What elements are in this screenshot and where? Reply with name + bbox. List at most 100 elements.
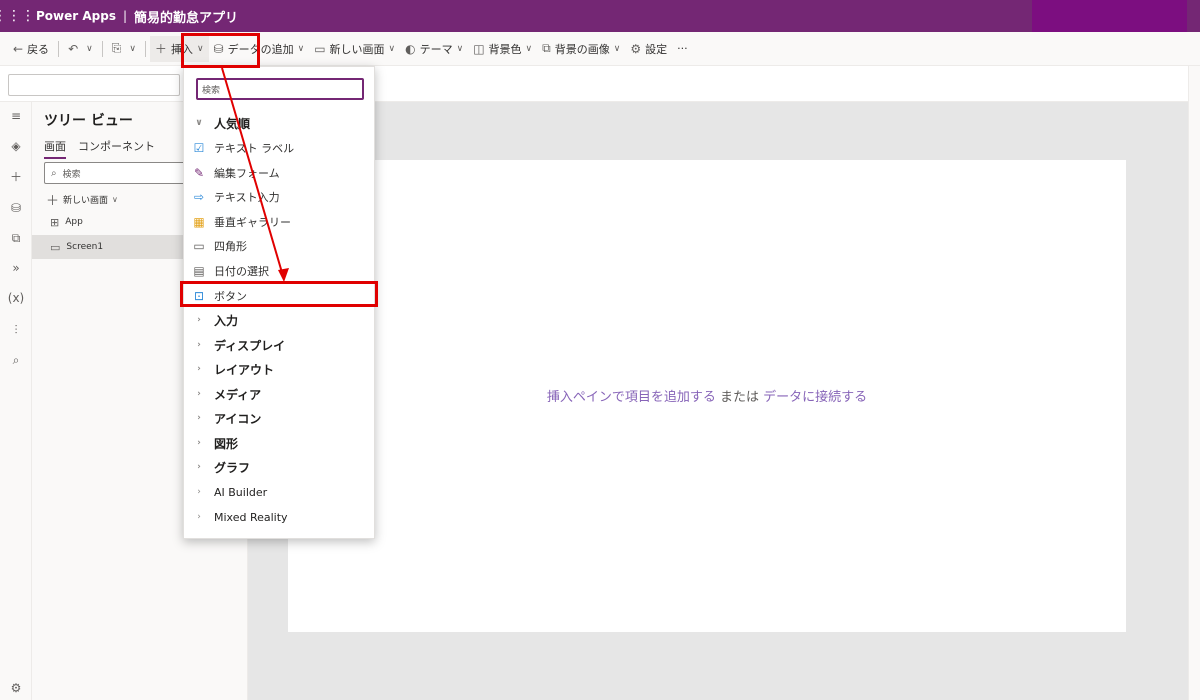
group-input[interactable]: › 入力 — [184, 308, 374, 332]
theme-button[interactable]: ◐ テーマ ∨ — [400, 36, 468, 62]
canvas-area: 挿入ペインで項目を追加する または データに接続する — [248, 102, 1188, 700]
screen-icon: ▭ — [50, 240, 61, 254]
menu-item-label: テキスト ラベル — [214, 142, 295, 155]
chevron-right-icon: › — [197, 512, 201, 522]
settings-button[interactable]: ⚙ 設定 — [625, 36, 672, 62]
left-rail: ≡ ◈ ＋ ⛁ ⧉ » (x) ⫶ ⌕ ⚙ — [0, 102, 32, 700]
insert-search-input[interactable]: 検索 — [196, 78, 364, 100]
group-label: アイコン — [214, 411, 262, 426]
chevron-right-icon: › — [197, 413, 201, 423]
hint-connector: または — [719, 390, 759, 405]
title-separator: | — [122, 9, 128, 23]
group-label: グラフ — [214, 460, 251, 475]
more-button[interactable]: ··· — [672, 36, 693, 62]
app-document-name[interactable]: 簡易的勤怠アプリ — [134, 7, 238, 26]
group-shapes[interactable]: › 図形 — [184, 431, 374, 455]
chevron-right-icon: › — [197, 438, 201, 448]
group-label: 入力 — [214, 313, 239, 328]
search-icon[interactable]: ⌕ — [0, 348, 32, 372]
chevron-right-icon: › — [197, 340, 201, 350]
divider — [101, 40, 103, 57]
chevron-down-icon: ∨ — [86, 43, 93, 54]
background-color-label: 背景色 — [488, 42, 522, 56]
title-accent-block — [1032, 0, 1187, 32]
plus-icon: ＋ — [154, 42, 167, 56]
title-bar: ⋮⋮⋮ Power Apps | 簡易的勤怠アプリ — [0, 0, 1200, 32]
tree-view-icon[interactable]: ◈ — [0, 134, 32, 158]
menu-item-edit-form[interactable]: ✎ 編集フォーム — [184, 161, 374, 185]
tree-search-input[interactable]: ⌕ 検索 — [44, 162, 194, 184]
tree-item-label: App — [65, 217, 83, 227]
variables-icon[interactable]: (x) — [0, 286, 32, 310]
divider — [58, 40, 60, 57]
paste-button[interactable]: ⎘ ∨ — [107, 36, 141, 62]
insert-pane-link[interactable]: 挿入ペインで項目を追加する — [547, 390, 716, 405]
new-screen-icon: ▭ — [314, 41, 326, 56]
group-popular[interactable]: ∨ 人気順 — [184, 111, 374, 135]
more-icon: ··· — [677, 42, 688, 55]
group-ai-builder[interactable]: › AI Builder — [184, 480, 374, 504]
group-icons[interactable]: › アイコン — [184, 406, 374, 430]
background-image-button[interactable]: ⧉ 背景の画像 ∨ — [537, 36, 625, 62]
data-icon[interactable]: ⛁ — [0, 196, 32, 220]
right-pane-edge — [1188, 66, 1200, 700]
chevron-down-icon: ∨ — [297, 43, 305, 54]
group-label: AI Builder — [214, 485, 268, 499]
property-selector[interactable] — [8, 74, 180, 96]
plus-icon: ＋ — [46, 194, 60, 209]
advanced-tools-icon[interactable]: ⫶ — [0, 318, 32, 342]
button-highlight-box — [180, 281, 378, 307]
group-display[interactable]: › ディスプレイ — [184, 333, 374, 357]
product-name: Power Apps — [36, 9, 116, 23]
group-media[interactable]: › メディア — [184, 382, 374, 406]
app-launcher-icon[interactable]: ⋮⋮⋮ — [0, 0, 35, 32]
screen-canvas[interactable]: 挿入ペインで項目を追加する または データに接続する — [288, 160, 1126, 632]
background-image-label: 背景の画像 — [554, 42, 610, 56]
chevron-down-icon: ∨ — [456, 43, 464, 54]
menu-item-rectangle[interactable]: ▭ 四角形 — [184, 234, 374, 258]
menu-item-date-picker[interactable]: ▤ 日付の選択 — [184, 259, 374, 283]
new-screen-label: 新しい画面 — [329, 42, 385, 56]
new-screen-button[interactable]: ▭ 新しい画面 ∨ — [309, 36, 400, 62]
formula-bar — [0, 66, 1188, 102]
settings-gear-icon[interactable]: ⚙ — [0, 676, 32, 700]
tree-search-placeholder: 検索 — [62, 169, 81, 180]
menu-item-label: 日付の選択 — [214, 265, 269, 278]
search-icon: ⌕ — [51, 167, 57, 179]
menu-item-text-label[interactable]: ☑ テキスト ラベル — [184, 136, 374, 160]
back-arrow-icon: ← — [13, 41, 24, 56]
tree-item-label: Screen1 — [66, 242, 104, 252]
menu-item-vertical-gallery[interactable]: ▦ 垂直ギャラリー — [184, 210, 374, 234]
background-color-button[interactable]: ◫ 背景色 ∨ — [468, 36, 537, 62]
group-charts[interactable]: › グラフ — [184, 455, 374, 479]
connect-data-link[interactable]: データに接続する — [763, 390, 867, 405]
group-label: Mixed Reality — [214, 510, 288, 524]
menu-item-text-input[interactable]: ⇨ テキスト入力 — [184, 185, 374, 209]
menu-item-label: 編集フォーム — [214, 167, 280, 180]
rectangle-icon: ▭ — [193, 239, 205, 253]
media-icon[interactable]: ⧉ — [0, 226, 32, 250]
menu-item-label: 垂直ギャラリー — [214, 216, 291, 229]
tree-view-title: ツリー ビュー — [44, 113, 133, 129]
canvas-hint: 挿入ペインで項目を追加する または データに接続する — [288, 386, 1126, 405]
divider — [144, 40, 146, 57]
insert-icon[interactable]: ＋ — [0, 164, 32, 188]
back-button[interactable]: ← 戻る — [8, 36, 54, 62]
undo-icon: ↶ — [68, 41, 79, 56]
chevron-right-icon: › — [197, 462, 201, 472]
clipboard-icon: ⎘ — [111, 41, 122, 55]
command-bar: ← 戻る ↶ ∨ ⎘ ∨ ＋挿入 ∨ ⛁ データの追加 ∨ ▭ 新しい画面 ∨ ◐ テーマ ∨ ◫ 背… — [0, 32, 1200, 66]
undo-button[interactable]: ↶ ∨ — [63, 36, 98, 62]
image-icon: ⧉ — [542, 41, 551, 55]
theme-label: テーマ — [419, 42, 453, 56]
chevron-down-icon: ∨ — [112, 195, 118, 204]
tab-screens[interactable]: 画面 — [44, 138, 66, 159]
chevron-right-icon: › — [197, 487, 201, 497]
hamburger-icon[interactable]: ≡ — [0, 104, 32, 128]
group-label: 人気順 — [214, 116, 251, 131]
tree-new-screen-button[interactable]: ＋ 新しい画面 ∨ — [46, 190, 118, 209]
group-layout[interactable]: › レイアウト — [184, 357, 374, 381]
power-automate-icon[interactable]: » — [0, 256, 32, 280]
tab-components[interactable]: コンポーネント — [78, 138, 155, 154]
group-mixed-reality[interactable]: › Mixed Reality — [184, 505, 374, 529]
